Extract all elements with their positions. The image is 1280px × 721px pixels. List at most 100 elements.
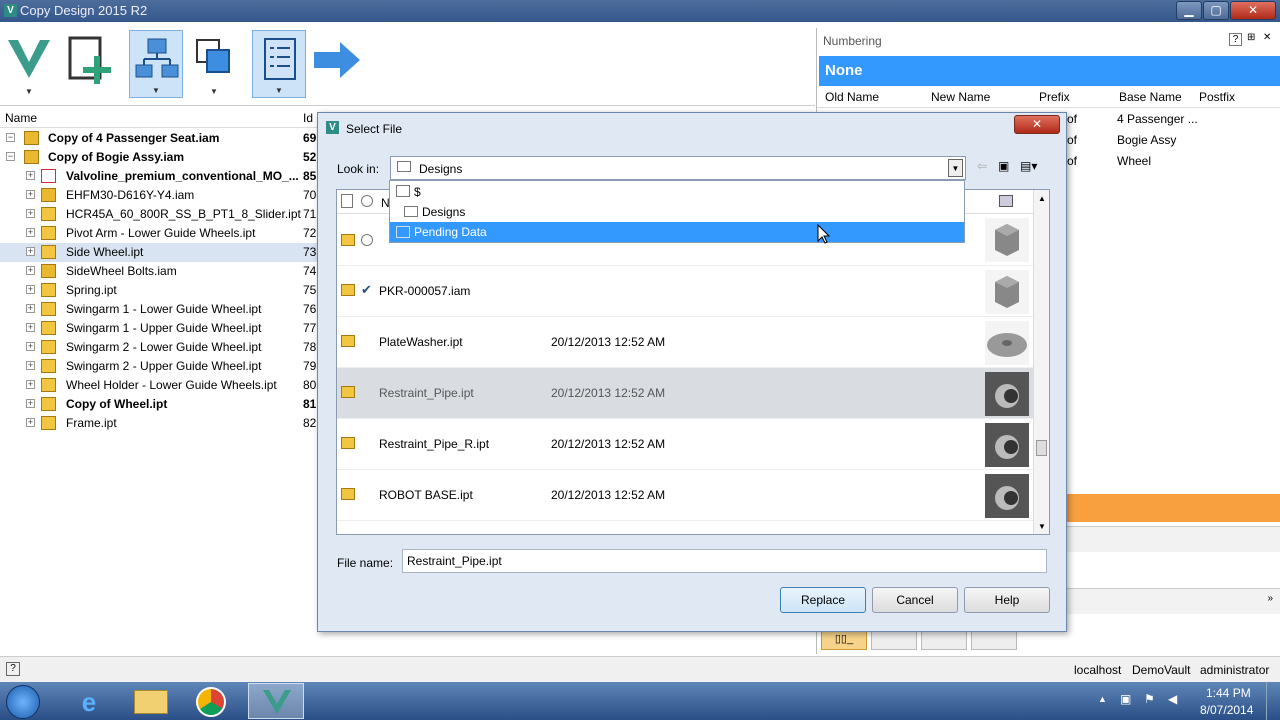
tree-row[interactable]: + Copy of Wheel.ipt 81 (0, 395, 318, 414)
minimize-button[interactable]: ▁ (1176, 1, 1202, 20)
col-postfix[interactable]: Postfix (1199, 90, 1235, 104)
show-desktop-button[interactable] (1266, 682, 1280, 720)
pin-icon[interactable]: ⊞ (1247, 32, 1255, 43)
dialog-close-button[interactable]: ✕ (1014, 115, 1060, 134)
tree-row[interactable]: − Copy of 4 Passenger Seat.iam 69 (0, 129, 318, 148)
col-new-name[interactable]: New Name (931, 90, 990, 104)
look-in-dropdown: $ Designs Pending Data (389, 180, 965, 243)
new-folder-icon[interactable]: ▣ (998, 159, 1009, 173)
scroll-up-icon[interactable]: ▲ (1038, 194, 1046, 203)
expand-icon[interactable]: + (26, 399, 35, 408)
dropdown-item-designs[interactable]: Designs (390, 202, 964, 221)
expand-icon[interactable]: + (26, 171, 35, 180)
start-button[interactable] (6, 685, 40, 719)
help-button[interactable]: Help (964, 587, 1050, 613)
cancel-button[interactable]: Cancel (872, 587, 958, 613)
vault-taskbar-button[interactable] (248, 683, 304, 719)
dropdown-item-label: Pending Data (414, 225, 487, 239)
expand-icon[interactable]: + (26, 247, 35, 256)
chevron-down-icon[interactable]: ▼ (948, 159, 963, 177)
expand-icon[interactable]: + (26, 209, 35, 218)
numbering-scheme[interactable]: None (819, 56, 1280, 86)
tree-item-id: 71 (303, 207, 317, 221)
expand-icon[interactable]: − (6, 133, 15, 142)
ie-icon[interactable]: e (72, 687, 106, 717)
tree-row[interactable]: + Pivot Arm - Lower Guide Wheels.ipt 72 (0, 224, 318, 243)
copy-button[interactable]: ▼ (187, 30, 241, 98)
clock-date[interactable]: 8/07/2014 (1200, 703, 1253, 717)
look-in-select[interactable]: Designs ▼ (390, 156, 966, 180)
file-row[interactable]: Restraint_Pipe.ipt 20/12/2013 12:52 AM (337, 368, 1049, 419)
expand-icon[interactable]: + (26, 323, 35, 332)
chrome-icon[interactable] (196, 687, 226, 717)
add-button[interactable] (64, 30, 118, 98)
expand-icon[interactable]: » (1267, 593, 1273, 604)
col-name[interactable]: Name (5, 111, 37, 125)
tree-row[interactable]: + Swingarm 2 - Upper Guide Wheel.ipt 79 (0, 357, 318, 376)
thumbnail-image (985, 372, 1029, 416)
tree-row[interactable]: + HCR45A_60_800R_SS_B_PT1_8_Slider.ipt 71 (0, 205, 318, 224)
explorer-icon[interactable] (134, 690, 168, 714)
network-icon[interactable]: ▣ (1120, 692, 1131, 706)
tree-row[interactable]: + Swingarm 1 - Upper Guide Wheel.ipt 77 (0, 319, 318, 338)
structure-view-button[interactable]: ▼ (129, 30, 183, 98)
col-old-name[interactable]: Old Name (825, 90, 879, 104)
tree-row[interactable]: + Valvoline_premium_conventional_MO_... 85 (0, 167, 318, 186)
tree-row[interactable]: + Spring.ipt 75 (0, 281, 318, 300)
expand-icon[interactable]: + (26, 361, 35, 370)
dropdown-item-pending-data[interactable]: Pending Data (390, 222, 964, 242)
tree-row[interactable]: + Wheel Holder - Lower Guide Wheels.ipt 80 (0, 376, 318, 395)
assembly-icon (341, 284, 355, 296)
speaker-icon[interactable]: ◀ (1168, 692, 1177, 706)
expand-icon[interactable]: + (26, 418, 35, 427)
numbering-title: Numbering (823, 34, 882, 48)
scroll-down-icon[interactable]: ▼ (1038, 522, 1046, 531)
tree-row[interactable]: + EHFM30-D616Y-Y4.iam 70 (0, 186, 318, 205)
assembly-icon (41, 188, 56, 202)
replace-button[interactable]: Replace (780, 587, 866, 613)
close-window-button[interactable]: ✕ (1230, 1, 1276, 20)
col-id[interactable]: Id (303, 111, 313, 125)
look-in-label: Look in: (337, 162, 380, 176)
view-menu-icon[interactable]: ▤▾ (1020, 159, 1037, 173)
tree-row[interactable]: − Copy of Bogie Assy.iam 52 (0, 148, 318, 167)
expand-icon[interactable]: + (26, 304, 35, 313)
expand-icon[interactable]: + (26, 266, 35, 275)
expand-icon[interactable]: − (6, 152, 15, 161)
expand-icon[interactable]: + (26, 285, 35, 294)
close-icon[interactable]: ✕ (1263, 32, 1271, 43)
col-base-name[interactable]: Base Name (1119, 90, 1182, 104)
tree-row[interactable]: + SideWheel Bolts.iam 74 (0, 262, 318, 281)
dropdown-item-root[interactable]: $ (390, 182, 964, 201)
col-prefix[interactable]: Prefix (1039, 90, 1070, 104)
expand-icon[interactable]: + (26, 380, 35, 389)
file-row[interactable]: ✔ PKR-000057.iam (337, 266, 1049, 317)
help-icon[interactable]: ? (1229, 33, 1242, 46)
help-icon[interactable]: ? (6, 662, 20, 676)
list-view-button[interactable]: ▼ (252, 30, 306, 98)
tree-row[interactable]: + Swingarm 2 - Lower Guide Wheel.ipt 78 (0, 338, 318, 357)
tree-item-id: 74 (303, 264, 317, 278)
expand-icon[interactable]: + (26, 342, 35, 351)
flag-icon[interactable]: ⚑ (1144, 692, 1155, 706)
expand-icon[interactable]: + (26, 190, 35, 199)
tree-row[interactable]: + Frame.ipt 82 (0, 414, 318, 433)
maximize-button[interactable]: ▢ (1203, 1, 1229, 20)
file-row[interactable]: ROBOT BASE.ipt 20/12/2013 12:52 AM (337, 470, 1049, 521)
scroll-thumb[interactable] (1036, 440, 1047, 456)
go-button[interactable] (310, 30, 364, 98)
tree-row[interactable]: + Side Wheel.ipt 73 (0, 243, 318, 262)
tree-row[interactable]: + Swingarm 1 - Lower Guide Wheel.ipt 76 (0, 300, 318, 319)
file-row[interactable]: PlateWasher.ipt 20/12/2013 12:52 AM (337, 317, 1049, 368)
expand-icon[interactable]: + (26, 228, 35, 237)
folder-icon (404, 206, 418, 217)
file-row[interactable]: Restraint_Pipe_R.ipt 20/12/2013 12:52 AM (337, 419, 1049, 470)
tray-expand-icon[interactable]: ▲ (1098, 694, 1107, 704)
part-icon (41, 340, 56, 354)
back-icon[interactable]: ⇦ (977, 159, 987, 173)
file-name-input[interactable]: Restraint_Pipe.ipt (402, 549, 1047, 573)
app-title-bar: V Copy Design 2015 R2 ▁ ▢ ✕ (0, 0, 1280, 22)
vault-menu-button[interactable]: ▼ (2, 30, 56, 98)
scrollbar[interactable]: ▲ ▼ (1033, 190, 1049, 534)
clock-time[interactable]: 1:44 PM (1206, 686, 1251, 700)
